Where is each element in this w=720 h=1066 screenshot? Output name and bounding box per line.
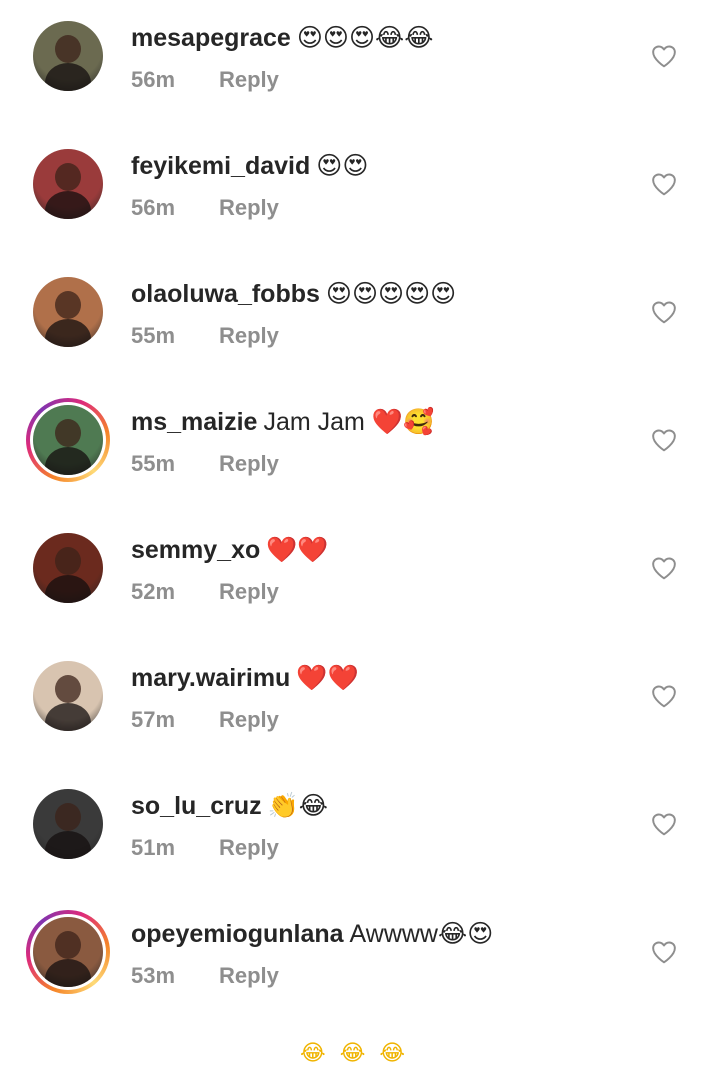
heart-outline-icon[interactable]	[651, 300, 677, 324]
avatar[interactable]	[33, 661, 103, 731]
comment-row: opeyemiogunlana Awwww😂😍 53m Reply	[0, 896, 720, 1024]
avatar-ring[interactable]	[26, 526, 110, 610]
avatar[interactable]	[33, 789, 103, 859]
avatar[interactable]	[33, 277, 103, 347]
comment-text: 😍😍😍😍😍	[325, 280, 457, 308]
heart-outline-icon[interactable]	[651, 428, 677, 452]
comment-text: ❤️❤️	[266, 536, 329, 564]
comment-row: semmy_xo ❤️❤️ 52m Reply	[0, 512, 720, 640]
comment-time: 56m	[131, 195, 176, 220]
heart-outline-icon[interactable]	[651, 556, 677, 580]
comment-text: 😍😍😍😂😂	[296, 24, 434, 52]
reply-button[interactable]: Reply	[219, 706, 279, 734]
comment-row: mary.wairimu ❤️❤️ 57m Reply	[0, 640, 720, 768]
comment-row: ms_maizie Jam Jam ❤️🥰 55m Reply	[0, 384, 720, 512]
comment-row: olaoluwa_fobbs 😍😍😍😍😍 55m Reply	[0, 256, 720, 384]
comment-row: mesapegrace 😍😍😍😂😂 56m Reply	[0, 0, 720, 128]
avatar-ring[interactable]	[26, 14, 110, 98]
comment-text: ❤️❤️	[296, 664, 359, 692]
comment-row: feyikemi_david 😍😍 56m Reply	[0, 128, 720, 256]
comment-time: 56m	[131, 67, 176, 92]
heart-outline-icon[interactable]	[651, 940, 677, 964]
comment-username[interactable]: mesapegrace	[131, 24, 291, 52]
reply-button[interactable]: Reply	[219, 962, 279, 990]
heart-outline-icon[interactable]	[651, 684, 677, 708]
avatar-ring[interactable]	[26, 270, 110, 354]
comment-username[interactable]: feyikemi_david	[131, 152, 310, 180]
comment-text: Awwww😂😍	[349, 920, 494, 948]
comment-time: 55m	[131, 323, 176, 348]
avatar[interactable]	[33, 533, 103, 603]
comment-text: 😍😍	[316, 152, 369, 180]
comment-time: 57m	[131, 707, 176, 732]
reply-button[interactable]: Reply	[219, 834, 279, 862]
comment-time: 55m	[131, 451, 176, 476]
comment-text: 👏😂	[267, 792, 328, 820]
comment-username[interactable]: mary.wairimu	[131, 664, 290, 692]
comment-username[interactable]: ms_maizie	[131, 408, 257, 436]
partial-next-comment: 😂😂😂	[300, 1040, 420, 1065]
avatar[interactable]	[33, 21, 103, 91]
heart-outline-icon[interactable]	[651, 812, 677, 836]
heart-outline-icon[interactable]	[651, 172, 677, 196]
comment-username[interactable]: so_lu_cruz	[131, 792, 262, 820]
comment-time: 51m	[131, 835, 176, 860]
story-ring[interactable]	[26, 910, 110, 994]
avatar-ring[interactable]	[26, 782, 110, 866]
reply-button[interactable]: Reply	[219, 578, 279, 606]
comment-time: 52m	[131, 579, 176, 604]
comment-time: 53m	[131, 963, 176, 988]
reply-button[interactable]: Reply	[219, 322, 279, 350]
avatar[interactable]	[33, 405, 103, 475]
comment-username[interactable]: olaoluwa_fobbs	[131, 280, 320, 308]
heart-outline-icon[interactable]	[651, 44, 677, 68]
avatar[interactable]	[33, 917, 103, 987]
comment-row: so_lu_cruz 👏😂 51m Reply	[0, 768, 720, 896]
comment-username[interactable]: semmy_xo	[131, 536, 260, 564]
avatar-ring[interactable]	[26, 142, 110, 226]
comment-username[interactable]: opeyemiogunlana	[131, 920, 344, 948]
comment-text: Jam Jam ❤️🥰	[263, 408, 435, 436]
avatar-ring[interactable]	[26, 654, 110, 738]
reply-button[interactable]: Reply	[219, 66, 279, 94]
reply-button[interactable]: Reply	[219, 194, 279, 222]
reply-button[interactable]: Reply	[219, 450, 279, 478]
avatar[interactable]	[33, 149, 103, 219]
story-ring[interactable]	[26, 398, 110, 482]
